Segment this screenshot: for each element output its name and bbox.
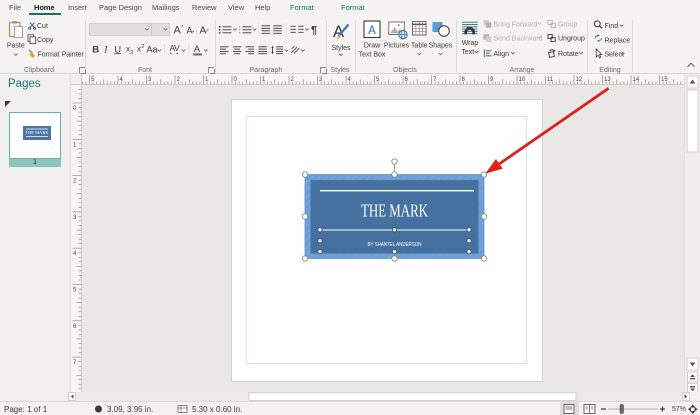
svg-text:0: 0 xyxy=(234,77,238,83)
svg-text:11: 11 xyxy=(547,77,554,83)
svg-text:Format Painter: Format Painter xyxy=(38,52,85,59)
svg-text:Styles: Styles xyxy=(331,45,351,52)
svg-text:7: 7 xyxy=(73,360,77,366)
svg-text:5: 5 xyxy=(376,77,380,83)
svg-text:Wrap: Wrap xyxy=(462,40,479,47)
svg-text:Shapes: Shapes xyxy=(429,43,453,50)
svg-text:A: A xyxy=(174,25,182,37)
svg-text:Find: Find xyxy=(605,23,619,30)
svg-text:Rotate: Rotate xyxy=(558,51,579,58)
svg-text:A: A xyxy=(200,26,207,37)
svg-text:Select: Select xyxy=(605,51,625,58)
svg-text:2: 2 xyxy=(73,179,77,185)
svg-text:4: 4 xyxy=(73,251,77,257)
svg-text:THE MARK: THE MARK xyxy=(25,130,49,135)
svg-text:Text: Text xyxy=(461,49,474,56)
svg-text:12: 12 xyxy=(576,77,583,83)
svg-text:A: A xyxy=(187,26,193,36)
svg-text:Ungroup: Ungroup xyxy=(558,36,585,43)
svg-text:8: 8 xyxy=(462,77,466,83)
svg-text:5: 5 xyxy=(91,77,95,83)
svg-text:1: 1 xyxy=(205,77,209,83)
svg-text:Send Backward: Send Backward xyxy=(494,36,543,43)
svg-text:3: 3 xyxy=(319,77,323,83)
svg-text:1: 1 xyxy=(73,142,77,148)
svg-text:Text Box: Text Box xyxy=(359,52,386,59)
svg-text:AV: AV xyxy=(170,43,180,53)
svg-text:I: I xyxy=(103,45,108,55)
svg-text:Group: Group xyxy=(558,21,578,28)
svg-text:Aa: Aa xyxy=(147,44,158,54)
svg-text:Paste: Paste xyxy=(7,43,25,50)
svg-text:14: 14 xyxy=(633,77,640,83)
svg-text:0: 0 xyxy=(73,106,77,112)
svg-text:1: 1 xyxy=(262,77,266,83)
svg-text:4: 4 xyxy=(348,77,352,83)
svg-text:15: 15 xyxy=(661,77,668,83)
svg-text:5: 5 xyxy=(73,288,77,294)
svg-text:Replace: Replace xyxy=(605,38,631,45)
svg-text:Table: Table xyxy=(411,43,428,50)
svg-text:2: 2 xyxy=(141,44,144,50)
svg-text:6: 6 xyxy=(73,324,77,330)
svg-text:9: 9 xyxy=(490,77,494,83)
svg-text:¶: ¶ xyxy=(311,25,317,37)
svg-text:7: 7 xyxy=(433,77,437,83)
svg-text:6: 6 xyxy=(405,77,409,83)
svg-text:3: 3 xyxy=(148,77,152,83)
svg-text:2: 2 xyxy=(130,50,133,56)
svg-text:Cut: Cut xyxy=(37,23,48,30)
svg-text:10: 10 xyxy=(519,77,526,83)
svg-text:Draw: Draw xyxy=(364,43,381,50)
svg-text:13: 13 xyxy=(604,77,611,83)
svg-text:3: 3 xyxy=(73,215,77,221)
svg-text:Bring Forward: Bring Forward xyxy=(494,21,538,28)
svg-text:Pictures: Pictures xyxy=(384,43,410,50)
svg-text:2: 2 xyxy=(177,77,181,83)
svg-text:2: 2 xyxy=(291,77,295,83)
svg-text:Copy: Copy xyxy=(37,37,54,44)
svg-text:B: B xyxy=(92,44,99,55)
svg-text:4: 4 xyxy=(120,77,124,83)
svg-text:Align: Align xyxy=(494,51,510,58)
svg-text:A: A xyxy=(368,25,376,37)
